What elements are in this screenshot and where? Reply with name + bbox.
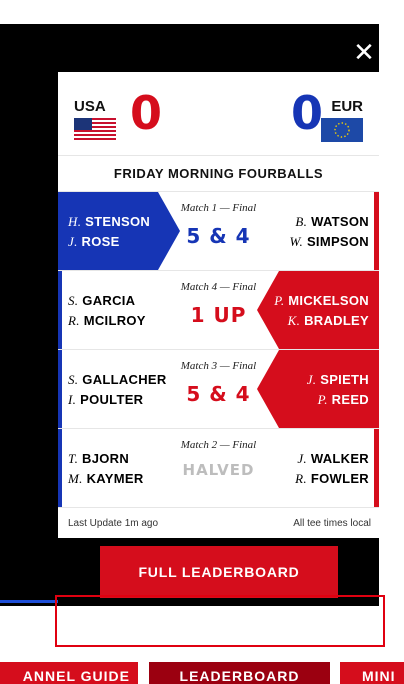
team-right-players: J. WALKER R. FOWLER	[295, 449, 369, 489]
match-row[interactable]: S. GARCIA R. MCILROY Match 4 — Final 1 U…	[58, 271, 379, 350]
nav-leaderboard[interactable]: LEADERBOARD	[149, 662, 330, 684]
team-right-players: J. SPIETH P. REED	[307, 370, 369, 410]
app-screen: ✕ USA 0 0 EUR FRIDAY MORNING FOURBALLS H…	[0, 0, 404, 684]
focus-outline-box	[55, 595, 385, 647]
usa-score: 0	[130, 86, 163, 140]
team-usa-label: USA	[74, 98, 106, 115]
player-name: K. BRADLEY	[287, 313, 369, 328]
usa-flag-icon	[74, 118, 116, 142]
bottom-nav: ANNEL GUIDE LEADERBOARD MINI	[0, 662, 404, 684]
nav-channel-guide[interactable]: ANNEL GUIDE	[0, 662, 138, 684]
team-right-players: P. MICKELSON K. BRADLEY	[274, 291, 369, 331]
scorecard-footer: Last Update 1m ago All tee times local	[58, 508, 379, 538]
full-leaderboard-button[interactable]: FULL LEADERBOARD	[100, 546, 338, 598]
player-name: R. FOWLER	[295, 471, 369, 486]
timezone-note: All tee times local	[293, 518, 371, 529]
blue-accent-line	[0, 600, 58, 603]
eu-flag-icon	[321, 118, 363, 142]
team-eur-label: EUR	[331, 98, 363, 115]
eur-score: 0	[290, 86, 323, 140]
session-title: FRIDAY MORNING FOURBALLS	[58, 156, 379, 192]
player-name: P. REED	[317, 392, 369, 407]
player-name: J. SPIETH	[306, 372, 369, 387]
close-icon[interactable]: ✕	[352, 39, 376, 65]
player-name: J. WALKER	[297, 451, 369, 466]
match-row[interactable]: T. BJORN M. KAYMER Match 2 — Final HALVE…	[58, 429, 379, 508]
player-name: B. WATSON	[295, 214, 369, 229]
last-update-text: Last Update 1m ago	[68, 518, 159, 529]
player-name: P. MICKELSON	[274, 293, 369, 308]
player-name: W. SIMPSON	[289, 234, 369, 249]
score-header: USA 0 0 EUR	[58, 72, 379, 156]
match-row[interactable]: H. STENSON J. ROSE Match 1 — Final 5 & 4…	[58, 192, 379, 271]
nav-mini[interactable]: MINI	[340, 662, 404, 684]
scorecard-panel: USA 0 0 EUR FRIDAY MORNING FOURBALLS H. …	[58, 72, 379, 538]
match-row[interactable]: S. GALLACHER I. POULTER Match 3 — Final …	[58, 350, 379, 429]
team-right-players: B. WATSON W. SIMPSON	[290, 212, 369, 252]
